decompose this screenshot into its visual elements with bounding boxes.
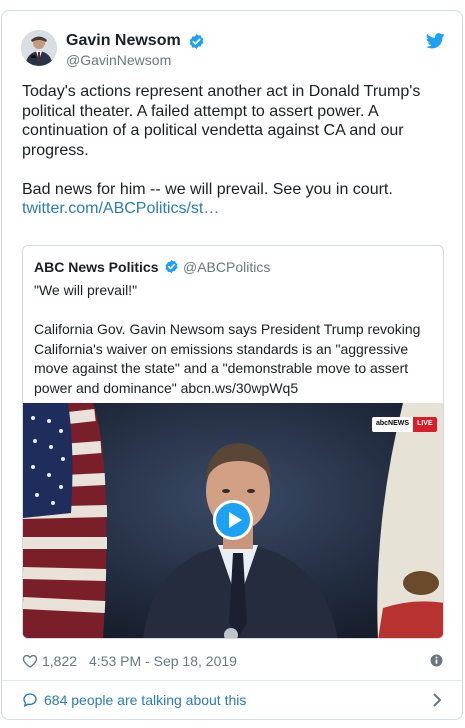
quoted-text: "We will prevail!" California Gov. Gavin…	[34, 281, 434, 398]
tweet-link[interactable]: twitter.com/ABCPolitics/st…	[22, 199, 219, 219]
footer-divider	[2, 680, 462, 681]
quoted-author-handle[interactable]: @ABCPolitics	[183, 259, 270, 275]
quoted-line-2: California Gov. Gavin Newsom says Presid…	[34, 321, 421, 396]
tweet-paragraph-2: Bad news for him -- we will prevail. See…	[22, 180, 393, 198]
abc-news-live-badge: abcNEWS LIVE	[372, 417, 437, 432]
quoted-author-name[interactable]: ABC News Politics	[34, 259, 158, 275]
video-thumbnail[interactable]: abcNEWS LIVE	[23, 403, 443, 638]
network-label: abcNEWS	[372, 417, 414, 432]
play-icon	[229, 512, 242, 528]
conversation-text[interactable]: 684 people are talking about this	[44, 692, 246, 708]
twitter-bird-icon[interactable]	[426, 33, 445, 49]
live-label: LIVE	[413, 417, 437, 432]
author-handle[interactable]: @GavinNewsom	[66, 52, 171, 68]
author-name[interactable]: Gavin Newsom	[66, 32, 181, 50]
comment-icon	[23, 693, 37, 707]
tweet-text: Today's actions represent another act in…	[22, 82, 442, 219]
tweet-paragraph-1: Today's actions represent another act in…	[22, 83, 421, 159]
tweet-meta: 1,822 4:53 PM - Sep 18, 2019	[22, 651, 237, 671]
like-count[interactable]: 1,822	[42, 653, 77, 669]
info-icon[interactable]	[430, 654, 443, 667]
conversation-link[interactable]: 684 people are talking about this	[22, 689, 442, 711]
quoted-tweet[interactable]: ABC News Politics @ABCPolitics "We will …	[22, 245, 444, 639]
play-button[interactable]	[213, 500, 253, 540]
author-avatar[interactable]	[21, 30, 57, 66]
chevron-right-icon[interactable]	[433, 693, 442, 707]
quoted-line-1: "We will prevail!"	[34, 282, 138, 298]
verified-badge-icon	[189, 34, 204, 49]
timestamp[interactable]: 4:53 PM - Sep 18, 2019	[89, 653, 237, 669]
embedded-tweet-card: Gavin Newsom @GavinNewsom Today's action…	[1, 10, 463, 720]
heart-icon[interactable]	[22, 653, 38, 669]
verified-badge-icon	[165, 259, 178, 274]
